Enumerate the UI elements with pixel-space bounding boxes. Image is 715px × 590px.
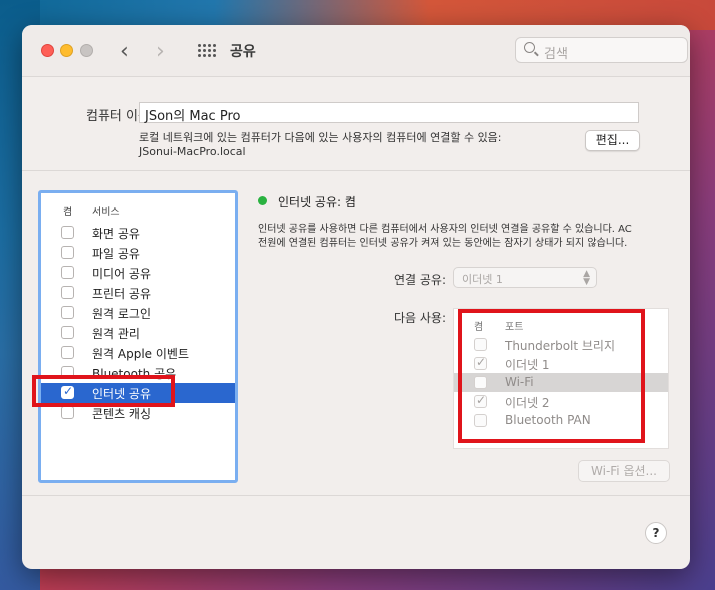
service-row-remote-apple-events[interactable]: 원격 Apple 이벤트 [41,343,235,363]
minimize-window-button[interactable] [60,44,73,57]
computer-name-description: 로컬 네트워크에 있는 컴퓨터가 다음에 있는 사용자의 컴퓨터에 연결할 수 … [139,131,502,144]
titlebar: ‹ › 공유 검색 [22,25,690,77]
service-checkbox[interactable] [61,226,74,239]
service-status: 인터넷 공유: 켬 [278,195,356,209]
search-input[interactable]: 검색 [515,37,688,63]
service-row-remote-login[interactable]: 원격 로그인 [41,303,235,323]
service-list: 켬 서비스 화면 공유 파일 공유 미디어 공유 프린터 공유 원격 로그인 원… [38,190,238,483]
service-checkbox[interactable] [61,246,74,259]
annotation-highlight-box [32,375,175,407]
edit-button[interactable]: 편집... [585,130,640,151]
divider [22,495,690,496]
wifi-options-button[interactable]: Wi-Fi 옵션... [578,460,670,482]
search-placeholder: 검색 [544,47,568,62]
service-label: 원격 관리 [92,327,140,341]
updown-chevron-icon: ▲ ▼ [583,269,590,287]
service-label: 원격 로그인 [92,307,152,321]
close-window-button[interactable] [41,44,54,57]
service-checkbox[interactable] [61,326,74,339]
search-icon [524,42,535,53]
zoom-window-button[interactable] [80,44,93,57]
service-checkbox[interactable] [61,286,74,299]
service-row-printer-sharing[interactable]: 프린터 공유 [41,283,235,303]
service-row-media-sharing[interactable]: 미디어 공유 [41,263,235,283]
share-from-value: 이더넷 1 [462,273,503,286]
service-label: 미디어 공유 [92,267,152,281]
service-label: 화면 공유 [92,227,140,241]
service-label: 원격 Apple 이벤트 [92,347,189,361]
computer-name-field[interactable]: JSon의 Mac Pro [139,102,639,124]
back-chevron-icon[interactable]: ‹ [120,39,129,64]
window-title: 공유 [230,44,256,60]
sharing-preferences-window: ‹ › 공유 검색 컴퓨터 이름: JSon의 Mac Pro 로컬 네트워크에… [22,25,690,569]
show-all-grid-icon[interactable] [198,44,216,58]
service-row-screen-sharing[interactable]: 화면 공유 [41,223,235,243]
service-description: 전원에 연결된 컴퓨터는 인터넷 공유가 켜져 있는 동안에는 잠자기 상태가 … [258,238,628,249]
service-row-remote-management[interactable]: 원격 관리 [41,323,235,343]
annotation-highlight-box [458,309,645,443]
service-checkbox[interactable] [61,406,74,419]
service-header-on: 켬 [63,207,73,218]
share-from-select[interactable]: 이더넷 1 ▲ ▼ [453,267,597,288]
forward-chevron-icon[interactable]: › [156,39,165,64]
local-hostname: JSonui-MacPro.local [139,145,246,158]
share-from-label: 연결 공유: [394,273,447,287]
service-checkbox[interactable] [61,266,74,279]
service-label: 프린터 공유 [92,287,152,301]
service-checkbox[interactable] [61,346,74,359]
service-checkbox[interactable] [61,306,74,319]
service-header-service: 서비스 [92,207,120,218]
status-indicator-icon [258,196,267,205]
service-label: 콘텐츠 캐싱 [92,407,152,421]
service-label: 파일 공유 [92,247,140,261]
divider [22,170,690,171]
service-row-file-sharing[interactable]: 파일 공유 [41,243,235,263]
to-computers-label: 다음 사용: [394,311,447,325]
service-description: 인터넷 공유를 사용하면 다른 컴퓨터에서 사용자의 인터넷 연결을 공유할 수… [258,224,632,235]
help-button[interactable]: ? [645,522,667,544]
